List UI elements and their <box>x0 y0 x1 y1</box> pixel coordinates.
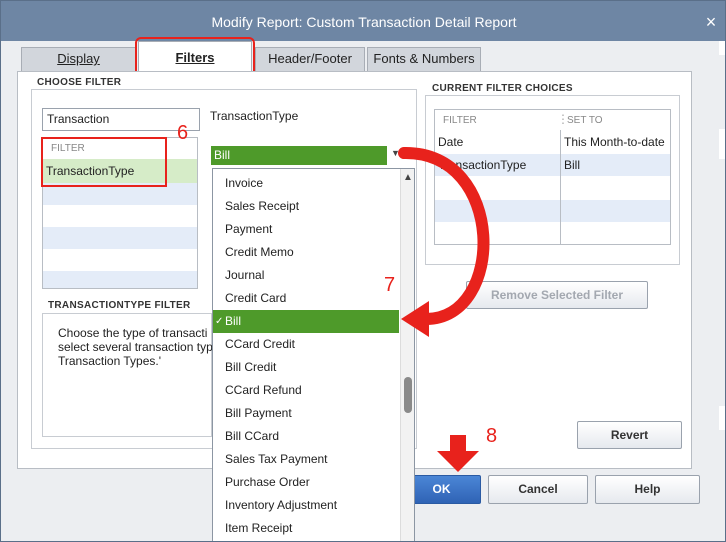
tab-fonts-numbers[interactable]: Fonts & Numbers <box>367 47 481 71</box>
dropdown-item-inventory-adjustment[interactable]: Inventory Adjustment <box>213 494 399 517</box>
current-filter-value: This Month-to-date <box>564 135 665 149</box>
current-filter-row[interactable]: Date This Month-to-date <box>435 131 670 153</box>
close-icon[interactable]: × <box>701 11 721 33</box>
annotation-6: 6 <box>177 122 189 144</box>
current-filter-name: TransactionType <box>438 158 527 172</box>
combo-selected-value: Bill <box>211 146 387 165</box>
window-title: Modify Report: Custom Transaction Detail… <box>211 14 517 30</box>
filter-list-row <box>43 227 197 249</box>
revert-button[interactable]: Revert <box>577 421 682 449</box>
dropdown-item-invoice[interactable]: Invoice <box>213 172 399 195</box>
current-filter-value: Bill <box>564 158 581 172</box>
filter-description-heading: TRANSACTIONTYPE FILTER <box>48 300 191 311</box>
annotation-7: 7 <box>384 274 396 296</box>
tab-label: Header/Footer <box>268 51 352 66</box>
tab-header-footer[interactable]: Header/Footer <box>255 47 365 71</box>
current-filter-name: Date <box>438 135 464 149</box>
dropdown-item-label: Bill <box>225 314 242 328</box>
dropdown-item-journal[interactable]: Journal <box>213 264 399 287</box>
transaction-type-combo[interactable]: Bill ▼ <box>211 146 404 167</box>
current-filter-row <box>435 177 670 199</box>
filter-list-row <box>43 271 197 288</box>
dropdown-item-bill-ccard[interactable]: Bill CCard <box>213 425 399 448</box>
dropdown-item-purchase-order[interactable]: Purchase Order <box>213 471 399 494</box>
annotation-8: 8 <box>486 425 498 447</box>
dropdown-item-item-receipt[interactable]: Item Receipt <box>213 517 399 540</box>
dropdown-item-ccard-credit[interactable]: CCard Credit <box>213 333 399 356</box>
scrollbar-thumb[interactable] <box>404 377 412 413</box>
selected-filter-title: TransactionType <box>210 109 299 123</box>
title-bar: Modify Report: Custom Transaction Detail… <box>1 1 725 41</box>
current-filter-col-filter: FILTER <box>443 115 477 126</box>
filter-description-text: Choose the type of transacti select seve… <box>58 326 212 368</box>
dropdown-item-bill[interactable]: ✓ Bill <box>213 310 399 333</box>
description-line: select several transaction typ <box>58 340 212 354</box>
description-line: Transaction Types.' <box>58 354 162 368</box>
current-filter-col-set-to: SET TO <box>567 115 603 126</box>
column-separator <box>560 130 561 244</box>
help-button[interactable]: Help <box>595 475 700 504</box>
dropdown-item-bill-credit[interactable]: Bill Credit <box>213 356 399 379</box>
dropdown-item-credit-memo[interactable]: Credit Memo <box>213 241 399 264</box>
description-line: Choose the type of transacti <box>58 326 208 340</box>
modify-report-dialog: Modify Report: Custom Transaction Detail… <box>0 0 726 542</box>
tab-label: Display <box>57 51 100 66</box>
dropdown-item-sales-receipt[interactable]: Sales Receipt <box>213 195 399 218</box>
background-window-strip <box>719 406 725 430</box>
filter-list-row <box>43 205 197 227</box>
checkmark-icon: ✓ <box>215 316 224 327</box>
filter-list-row <box>43 249 197 271</box>
current-filter-row <box>435 200 670 222</box>
filter-item-highlight <box>41 137 167 187</box>
dropdown-item-sales-tax-payment[interactable]: Sales Tax Payment <box>213 448 399 471</box>
dropdown-scrollbar[interactable]: ▲ <box>400 169 414 541</box>
dropdown-item-payment[interactable]: Payment <box>213 218 399 241</box>
dropdown-item-bill-payment[interactable]: Bill Payment <box>213 402 399 425</box>
transaction-type-dropdown[interactable]: Invoice Sales Receipt Payment Credit Mem… <box>212 168 415 541</box>
tab-label: Fonts & Numbers <box>373 51 475 66</box>
current-filter-row <box>435 223 670 244</box>
chevron-down-icon[interactable]: ▼ <box>391 148 400 158</box>
current-filter-row[interactable]: TransactionType Bill <box>435 154 670 176</box>
background-window-strip <box>719 129 725 159</box>
scroll-up-icon[interactable]: ▲ <box>401 172 414 183</box>
tab-display[interactable]: Display <box>21 47 136 71</box>
current-filters-table: FILTER ⋮ SET TO Date This Month-to-date … <box>434 109 671 245</box>
dropdown-item-ccard-refund[interactable]: CCard Refund <box>213 379 399 402</box>
choose-filter-heading: CHOOSE FILTER <box>37 77 122 88</box>
background-window-strip <box>719 41 725 55</box>
cancel-button[interactable]: Cancel <box>488 475 588 504</box>
remove-selected-filter-button[interactable]: Remove Selected Filter <box>466 281 648 309</box>
dropdown-item-credit-card[interactable]: Credit Card <box>213 287 399 310</box>
current-filter-choices-heading: CURRENT FILTER CHOICES <box>432 83 573 94</box>
